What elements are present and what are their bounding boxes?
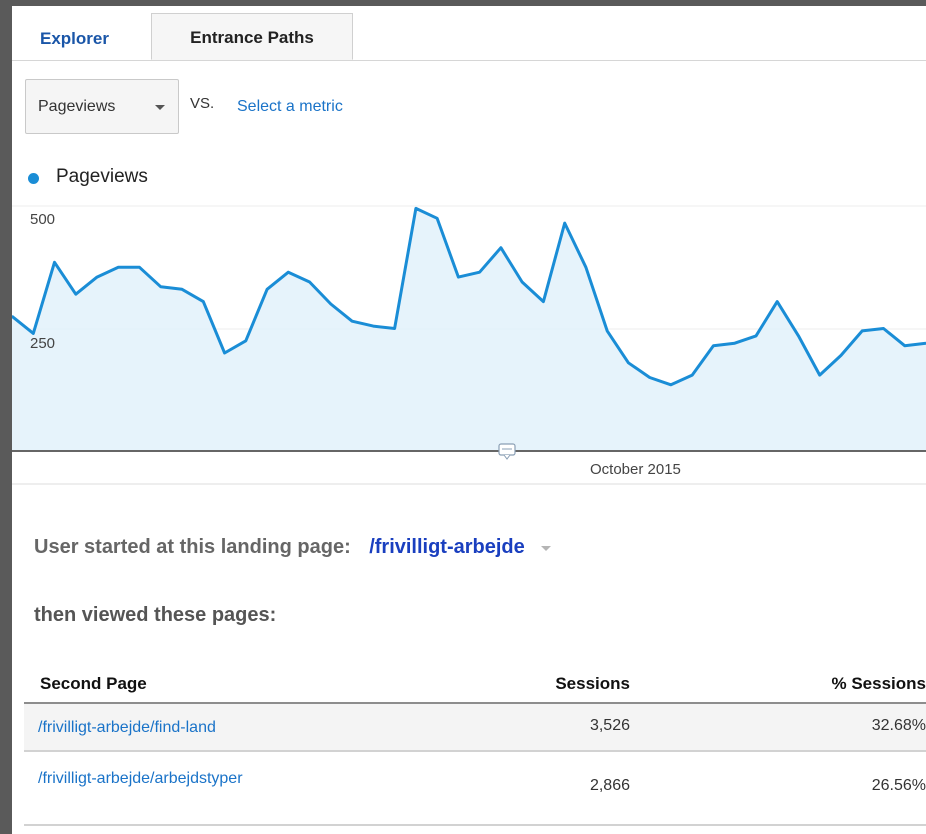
column-header-second-page[interactable]: Second Page: [40, 674, 147, 694]
table-row: /frivilligt-arbejde/find-land 3,526 32.6…: [24, 704, 926, 752]
data-point[interactable]: [287, 271, 290, 274]
data-point[interactable]: [117, 266, 120, 269]
data-point[interactable]: [436, 217, 439, 220]
data-point[interactable]: [181, 288, 183, 291]
pageviews-area: [12, 208, 926, 451]
data-point[interactable]: [840, 354, 842, 357]
tab-entrance-paths[interactable]: Entrance Paths: [151, 13, 353, 60]
second-page-link[interactable]: /frivilligt-arbejde/find-land: [38, 717, 338, 738]
y-tick-label: 250: [30, 335, 56, 352]
data-point[interactable]: [393, 327, 396, 330]
data-point[interactable]: [669, 383, 672, 386]
then-viewed-label: then viewed these pages:: [34, 604, 277, 626]
data-point[interactable]: [712, 344, 715, 347]
legend-label: Pageviews: [56, 166, 148, 187]
data-point[interactable]: [329, 303, 332, 305]
data-point[interactable]: [159, 285, 162, 288]
pageviews-chart[interactable]: 500 250 October 2015: [12, 194, 926, 496]
data-point[interactable]: [53, 261, 56, 264]
data-point[interactable]: [797, 334, 800, 337]
caret-down-icon[interactable]: [541, 546, 552, 552]
pct-sessions-value: 32.68%: [871, 717, 926, 734]
table-header: Second Page Sessions % Sessions: [24, 664, 926, 704]
metric-dropdown-label: Pageviews: [38, 98, 116, 115]
data-point[interactable]: [244, 339, 247, 342]
landing-page-link[interactable]: /frivilligt-arbejde: [369, 536, 525, 558]
select-a-metric-link[interactable]: Select a metric: [237, 98, 343, 116]
data-point[interactable]: [733, 342, 736, 345]
data-point[interactable]: [457, 276, 460, 279]
data-point[interactable]: [584, 266, 587, 269]
data-point[interactable]: [499, 246, 502, 249]
vs-label: VS.: [190, 95, 215, 112]
data-point[interactable]: [882, 327, 885, 330]
data-point[interactable]: [372, 325, 375, 328]
data-point[interactable]: [521, 281, 524, 283]
data-point[interactable]: [818, 374, 821, 377]
data-point[interactable]: [776, 300, 779, 303]
data-point[interactable]: [542, 300, 545, 303]
tab-bar: Explorer Entrance Paths: [12, 6, 926, 61]
data-point[interactable]: [74, 293, 77, 296]
second-page-link[interactable]: /frivilligt-arbejde/arbejdstyper: [38, 768, 338, 789]
metric-dropdown[interactable]: Pageviews: [25, 79, 179, 134]
chart-plot: [12, 205, 926, 485]
data-point[interactable]: [266, 288, 269, 291]
sessions-value: 3,526: [589, 717, 630, 734]
sessions-value: 2,866: [589, 777, 630, 794]
data-point[interactable]: [755, 334, 757, 337]
data-point[interactable]: [627, 361, 630, 364]
data-point[interactable]: [606, 329, 609, 332]
column-header-pct-sessions[interactable]: % Sessions: [832, 674, 926, 694]
data-point[interactable]: [138, 266, 141, 269]
data-point[interactable]: [903, 344, 906, 347]
landing-page-label: User started at this landing page:: [34, 536, 351, 558]
data-point[interactable]: [351, 320, 354, 323]
data-point[interactable]: [308, 281, 311, 283]
y-tick-label: 500: [30, 211, 56, 228]
data-point[interactable]: [648, 376, 651, 379]
pct-sessions-value: 26.56%: [871, 777, 926, 794]
data-point[interactable]: [563, 222, 566, 225]
data-point[interactable]: [414, 207, 417, 210]
data-point[interactable]: [478, 271, 481, 274]
data-point[interactable]: [96, 276, 98, 279]
data-point[interactable]: [691, 374, 694, 377]
annotation-icon[interactable]: [498, 443, 516, 460]
tab-explorer[interactable]: Explorer: [40, 18, 109, 60]
data-point[interactable]: [861, 329, 864, 332]
legend-dot-icon: [28, 173, 39, 184]
entrance-paths-panel: Explorer Entrance Paths Pageviews VS. Se…: [12, 6, 926, 834]
landing-page-row: User started at this landing page: /friv…: [34, 536, 552, 564]
x-axis-label: October 2015: [590, 461, 681, 478]
data-point[interactable]: [223, 352, 226, 354]
caret-down-icon: [155, 105, 165, 110]
data-point[interactable]: [202, 300, 205, 303]
table-row: /frivilligt-arbejde/arbejdstyper 2,866 2…: [24, 752, 926, 826]
column-header-sessions[interactable]: Sessions: [555, 674, 630, 694]
